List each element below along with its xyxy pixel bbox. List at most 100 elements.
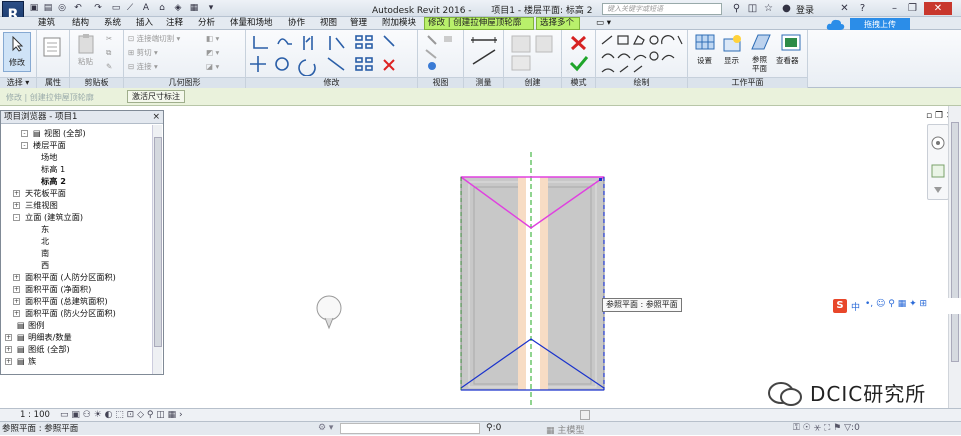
show-workplane-icon[interactable]	[722, 33, 744, 53]
modify-tools[interactable]	[248, 32, 416, 76]
elevation-marker[interactable]	[316, 295, 342, 330]
selection-icons[interactable]: ⚿ ☉ ⚹ ⛶ ⚑ ▽:0	[793, 423, 860, 433]
tree-expander[interactable]: +	[13, 190, 20, 197]
filter-count[interactable]: ⚲:0	[486, 423, 501, 433]
print-icon[interactable]: ▭	[110, 2, 122, 15]
section-icon[interactable]: ◈	[172, 2, 184, 15]
navigation-bar[interactable]	[927, 124, 949, 200]
tab-addins[interactable]: 附加模块	[382, 18, 416, 29]
tab-structure[interactable]: 结构	[72, 18, 89, 29]
panel-select-label[interactable]: 选择 ▾	[0, 77, 36, 88]
tree-item[interactable]: 东	[41, 224, 49, 234]
save-icon[interactable]: ▤	[42, 2, 54, 15]
set-workplane-icon[interactable]	[694, 33, 716, 53]
star-icon[interactable]: ☆	[762, 2, 775, 15]
user-icon[interactable]: ●	[780, 2, 793, 15]
tab-modify-extrusion-roof[interactable]: 修改 | 创建拉伸屋顶轮廓	[424, 17, 534, 30]
search-input[interactable]: 键入关键字或短语	[602, 3, 722, 15]
tree-expander[interactable]: +	[13, 202, 20, 209]
minimize-icon[interactable]: –	[888, 2, 901, 15]
scrollbar-thumb[interactable]	[951, 122, 959, 362]
view-tools-icon[interactable]	[422, 32, 462, 72]
tab-insert[interactable]: 插入	[136, 18, 153, 29]
wall-joins-icon[interactable]: ◪ ▾	[206, 62, 219, 71]
workset-dropdown[interactable]	[340, 423, 480, 434]
close-views-icon[interactable]: ▦	[188, 2, 200, 15]
paint-icon[interactable]: ◩ ▾	[206, 48, 219, 57]
tree-item[interactable]: 标高 2	[41, 176, 66, 186]
view-control-icons[interactable]: ▭ ▣ ⚇ ☀ ◐ ⬚ ⊡ ◇ ⚲ ◫ ▦ ›	[60, 410, 183, 420]
tree-item[interactable]: 标高 1	[41, 164, 65, 174]
ribbon-toggle-icon[interactable]: ▭ ▾	[596, 18, 611, 29]
tab-massing-site[interactable]: 体量和场地	[230, 18, 273, 29]
tree-expander[interactable]: +	[13, 310, 20, 317]
tree-item[interactable]: 面积平面 (防火分区面积)	[25, 308, 116, 318]
tree-item[interactable]: 三维视图	[25, 200, 58, 210]
redo-icon[interactable]: ↷	[92, 2, 104, 15]
modify-button[interactable]: 修改	[3, 32, 31, 72]
tree-item[interactable]: 楼层平面	[33, 140, 66, 150]
tree-item[interactable]: 明细表/数量	[28, 332, 72, 342]
ref-plane-icon[interactable]	[750, 33, 772, 53]
tab-select-multiple[interactable]: 选择多个	[536, 17, 580, 30]
tree-item[interactable]: 面积平面 (净面积)	[25, 284, 91, 294]
copy-icon[interactable]: ⧉	[106, 48, 111, 57]
tree-item[interactable]: 南	[41, 248, 49, 258]
tree-item[interactable]: 图纸 (全部)	[28, 344, 70, 354]
tab-collaborate[interactable]: 协作	[288, 18, 305, 29]
binoculars-icon[interactable]: ⚲	[730, 2, 743, 15]
view-scale[interactable]: 1 : 100	[20, 410, 50, 421]
tree-item[interactable]: 面积平面 (人防分区面积)	[25, 272, 116, 282]
login-link[interactable]: 登录	[796, 3, 814, 16]
nav-icons[interactable]	[928, 125, 948, 199]
join-geometry-button[interactable]: ⊟ 连接 ▾	[128, 62, 158, 71]
open-icon[interactable]: ▣	[28, 2, 40, 15]
minimize-view-icon[interactable]: ▫	[926, 111, 932, 121]
match-icon[interactable]: ✎	[106, 62, 112, 71]
worksets-icon[interactable]: ⚙ ▾	[318, 423, 333, 433]
ime-toolbar[interactable]: S 中 •, ☺ ⚲ ▦ ✦ ⊞	[833, 298, 961, 314]
hscroll-thumb[interactable]	[580, 410, 590, 420]
tree-item[interactable]: 面积平面 (总建筑面积)	[25, 296, 108, 306]
text-icon[interactable]: A	[140, 2, 152, 15]
tree-expander[interactable]: +	[13, 274, 20, 281]
close-icon[interactable]: ×	[152, 111, 160, 123]
tree-item[interactable]: 立面 (建筑立面)	[25, 212, 83, 222]
draw-tools[interactable]	[598, 32, 686, 76]
restore-icon[interactable]: ❐	[906, 2, 919, 15]
tab-manage[interactable]: 管理	[350, 18, 367, 29]
exchange-icon[interactable]: ✕	[838, 2, 851, 15]
switch-window-icon[interactable]: ▾	[205, 2, 217, 15]
properties-icon[interactable]	[42, 36, 64, 58]
tab-view[interactable]: 视图	[320, 18, 337, 29]
close-icon[interactable]: ✕	[924, 2, 952, 15]
tree-expander[interactable]: +	[5, 346, 12, 353]
measure-tools-icon[interactable]	[467, 32, 501, 72]
tab-annotate[interactable]: 注释	[166, 18, 183, 29]
tree-item[interactable]: 视图 (全部)	[44, 128, 86, 138]
tree-expander[interactable]: -	[21, 142, 28, 149]
roof-sketch[interactable]	[165, 106, 961, 408]
tree-item[interactable]: 图例	[28, 320, 44, 330]
tab-systems[interactable]: 系统	[104, 18, 121, 29]
activate-dimensions-button[interactable]: 激活尺寸标注	[127, 90, 185, 103]
tree-expander[interactable]: -	[13, 214, 20, 221]
cancel-edit-icon[interactable]	[569, 34, 589, 52]
cut-geometry-button[interactable]: ⊞ 剪切 ▾	[128, 48, 158, 57]
join-cut-button[interactable]: ⊡ 连接端切割 ▾	[128, 34, 180, 43]
tree-expander[interactable]: +	[5, 334, 12, 341]
tree-expander[interactable]: +	[5, 358, 12, 365]
tree-expander[interactable]: -	[21, 130, 28, 137]
measure-icon[interactable]: ⟋	[124, 2, 136, 15]
project-browser-scrollbar[interactable]	[152, 125, 162, 374]
sogou-icon[interactable]: S	[833, 299, 847, 313]
tree-item[interactable]: 场地	[41, 152, 57, 162]
tree-item[interactable]: 北	[41, 236, 49, 246]
scrollbar-thumb[interactable]	[154, 137, 162, 347]
tab-analyze[interactable]: 分析	[198, 18, 215, 29]
ime-icons[interactable]: •, ☺ ⚲ ▦ ✦ ⊞	[865, 299, 927, 309]
sync-icon[interactable]: ◎	[56, 2, 68, 15]
tree-item[interactable]: 西	[41, 260, 49, 270]
canvas-vertical-scrollbar[interactable]	[948, 106, 961, 408]
tab-architecture[interactable]: 建筑	[38, 18, 55, 29]
